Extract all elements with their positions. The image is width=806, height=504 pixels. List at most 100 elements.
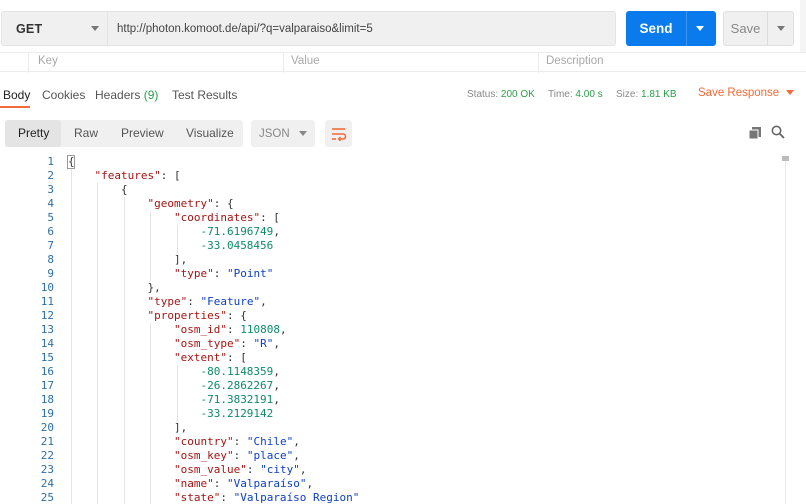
response-body-editor[interactable]: 1{2 "features": [3 {4 "geometry": {5 "co… <box>0 155 806 504</box>
line-number: 20 <box>40 421 54 434</box>
line-number: 19 <box>40 407 54 420</box>
code-line: "name": "Valparaíso", <box>68 477 313 491</box>
wrap-lines-icon <box>331 127 346 141</box>
tab-headers[interactable]: Headers (9) <box>95 88 158 102</box>
mode-visualize[interactable]: Visualize <box>186 126 234 140</box>
mode-preview[interactable]: Preview <box>121 126 164 140</box>
code-line: -33.2129142 <box>68 407 273 421</box>
chevron-down-icon <box>786 90 795 96</box>
column-divider <box>538 53 539 73</box>
line-number: 14 <box>40 337 54 350</box>
mode-raw[interactable]: Raw <box>74 126 98 140</box>
code-line: "geometry": { <box>68 197 234 211</box>
line-number: 22 <box>40 449 54 462</box>
line-number: 11 <box>40 295 54 308</box>
code-line: "properties": { <box>68 309 247 323</box>
code-token: "osm_type" <box>173 337 241 350</box>
code-token: "state" <box>173 491 221 504</box>
editor-scrollbar-thumb[interactable] <box>782 156 789 161</box>
mode-pretty[interactable]: Pretty <box>18 126 49 140</box>
send-options-chevron-icon[interactable] <box>696 26 704 31</box>
code-token: ], <box>68 421 188 434</box>
code-token: -26.2862267 <box>200 379 274 392</box>
code-line: "type": "Point" <box>68 267 273 281</box>
line-number: 1 <box>47 155 54 168</box>
code-token: : <box>213 267 227 280</box>
code-token: "features" <box>94 169 161 182</box>
view-mode-group: Pretty Raw Preview Visualize <box>5 120 243 147</box>
url-input[interactable]: http://photon.komoot.de/api/?q=valparais… <box>107 11 616 46</box>
code-line: "osm_value": "city", <box>68 463 306 477</box>
code-token: , <box>273 225 280 238</box>
code-token: "type" <box>173 267 214 280</box>
method-select[interactable]: GET <box>1 11 107 46</box>
code-token: }, <box>68 281 161 294</box>
status-value: 200 OK <box>500 89 535 100</box>
code-token: -80.1148359 <box>200 365 274 378</box>
status-indicator: Status: 200 OK <box>467 89 535 100</box>
code-line: -80.1148359, <box>68 365 279 379</box>
line-number: 25 <box>40 491 54 504</box>
wrap-lines-button[interactable] <box>325 120 352 147</box>
size-label: Size: <box>616 89 639 100</box>
code-line: "type": "Feature", <box>68 295 267 309</box>
time-label: Time: <box>548 89 573 100</box>
code-token: : [ <box>260 211 280 224</box>
url-text: http://photon.komoot.de/api/?q=valparais… <box>117 22 373 35</box>
code-token: : <box>226 323 241 336</box>
line-number: 2 <box>47 169 54 182</box>
code-line: -33.0458456 <box>68 239 273 253</box>
param-description-header: Description <box>546 55 604 67</box>
code-line: { <box>68 155 75 169</box>
code-line: -71.6196749, <box>68 225 280 239</box>
code-token: -71.6196749 <box>200 225 274 238</box>
tab-cookies[interactable]: Cookies <box>42 88 85 102</box>
code-token: "osm_id" <box>173 323 227 336</box>
code-token: , <box>273 337 280 350</box>
send-button[interactable]: Send <box>626 11 716 46</box>
code-token: : [ <box>160 169 181 182</box>
line-number: 21 <box>40 435 54 448</box>
send-divider <box>686 11 687 46</box>
format-label: JSON <box>259 127 290 140</box>
code-token: : { <box>226 309 247 322</box>
save-response-button[interactable]: Save Response <box>698 87 795 99</box>
save-options-chevron-icon[interactable] <box>777 26 785 31</box>
status-label: Status: <box>467 89 499 100</box>
line-number: 12 <box>40 309 54 322</box>
code-token: : <box>213 477 227 490</box>
line-number: 6 <box>47 225 54 238</box>
tab-body[interactable]: Body <box>3 88 30 102</box>
line-number: 13 <box>40 323 54 336</box>
code-line: "extent": [ <box>68 351 247 365</box>
code-token: 110808 <box>240 323 280 336</box>
editor-scrollbar[interactable] <box>785 155 786 504</box>
code-token: -71.3832191 <box>200 393 274 406</box>
copy-icon[interactable] <box>748 126 762 140</box>
tab-test-results[interactable]: Test Results <box>172 88 237 102</box>
format-select[interactable]: JSON <box>251 120 315 147</box>
code-token: "R" <box>253 337 274 350</box>
code-token: , <box>279 323 287 336</box>
code-line: ], <box>68 421 187 435</box>
column-divider <box>28 53 29 73</box>
search-icon[interactable] <box>771 125 785 139</box>
size-value: 1.81 KB <box>641 89 677 100</box>
code-token: , <box>260 295 267 308</box>
code-line: "osm_id": 110808, <box>68 323 287 337</box>
line-number: 8 <box>47 253 54 266</box>
line-number: 5 <box>47 211 54 224</box>
code-token: "Valparaíso Region" <box>233 491 360 504</box>
code-token: : { <box>213 197 234 210</box>
save-button[interactable]: Save <box>723 11 794 46</box>
scrollbar[interactable] <box>800 0 806 52</box>
